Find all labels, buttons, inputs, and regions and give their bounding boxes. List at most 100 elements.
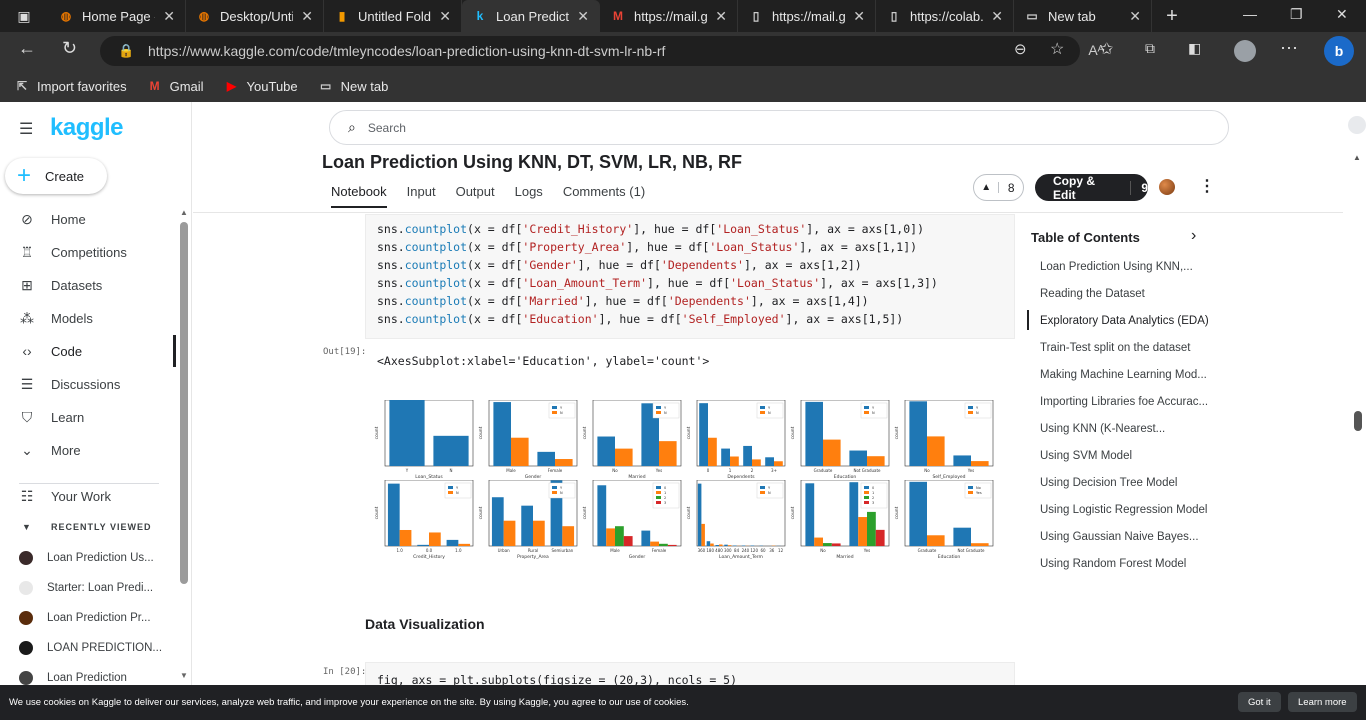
recent-item[interactable]: LOAN PREDICTION... (0, 632, 176, 664)
tick-label: 1 (729, 468, 732, 473)
sidebar-item-code[interactable]: ‹› Code (0, 335, 176, 367)
page-scrollbar[interactable] (1354, 411, 1362, 431)
zoom-icon[interactable]: ⊖ (1014, 40, 1027, 58)
toc-item[interactable]: Loan Prediction Using KNN,... (1040, 261, 1193, 273)
close-tab-icon[interactable]: ✕ (301, 8, 313, 25)
more-options-icon[interactable]: ⋮ (1199, 176, 1215, 196)
scroll-up-icon[interactable]: ▲ (1353, 153, 1361, 162)
sidebar-item-your-work[interactable]: ☷ Your Work (0, 480, 176, 512)
learn-more-button[interactable]: Learn more (1288, 692, 1357, 712)
toc-item[interactable]: Using Gaussian Naive Bayes... (1040, 531, 1199, 543)
close-tab-icon[interactable]: ✕ (991, 8, 1003, 25)
tab-logs[interactable]: Logs (515, 184, 543, 208)
close-tab-icon[interactable]: ✕ (1129, 8, 1141, 25)
sidebar-item-datasets[interactable]: ⊞ Datasets (0, 269, 176, 301)
search-input[interactable]: ⌕ Search (329, 110, 1229, 145)
close-tab-icon[interactable]: ✕ (577, 8, 589, 25)
restore-icon[interactable]: ❐ (1290, 6, 1303, 23)
browser-tab[interactable]: k Loan Predictio ✕ (462, 0, 600, 32)
close-window-icon[interactable]: ✕ (1336, 6, 1348, 23)
search-placeholder: Search (367, 120, 406, 135)
kaggle-logo[interactable]: kaggle (50, 114, 124, 142)
toc-item[interactable]: Importing Libraries foe Accurac... (1040, 396, 1208, 408)
code-token: ], ax = axs[1,5]) (785, 312, 904, 326)
close-tab-icon[interactable]: ✕ (439, 8, 451, 25)
browser-tab[interactable]: ▯ https://colab. ✕ (876, 0, 1014, 32)
toc-item[interactable]: Using KNN (K-Nearest... (1040, 423, 1165, 435)
recent-item[interactable]: Starter: Loan Predi... (0, 572, 176, 604)
sidebar-scroll-up-icon[interactable]: ▲ (180, 208, 188, 217)
favorite-new-tab[interactable]: ▭ New tab (318, 78, 388, 94)
legend-swatch (656, 411, 661, 414)
author-avatar[interactable] (1159, 179, 1175, 195)
tab-output[interactable]: Output (456, 184, 495, 208)
bar (562, 526, 575, 546)
collections-icon[interactable]: ⧉ (1145, 40, 1155, 57)
create-button[interactable]: + Create (5, 158, 107, 194)
toc-item[interactable]: Using SVM Model (1040, 450, 1132, 462)
bing-icon[interactable]: b (1324, 36, 1354, 66)
code-token: ], ax = axs[1,4]) (750, 294, 869, 308)
code-token: ], hue = df[ (584, 294, 668, 308)
minimize-icon[interactable]: — (1243, 6, 1257, 22)
split-screen-icon[interactable]: ◧ (1188, 40, 1201, 57)
code-line: sns.countplot(x = df['Loan_Amount_Term']… (366, 274, 1014, 292)
sidebar-item-learn[interactable]: ⛉ Learn (0, 401, 176, 433)
toc-item[interactable]: Reading the Dataset (1040, 288, 1145, 300)
profile-avatar[interactable] (1234, 40, 1256, 62)
toc-item[interactable]: Making Machine Learning Mod... (1040, 369, 1207, 381)
browser-tab[interactable]: ▯ https://mail.g ✕ (738, 0, 876, 32)
copy-edit-button[interactable]: Copy & Edit 9 (1035, 174, 1148, 202)
legend-label: Yes (976, 491, 982, 495)
chevron-right-icon[interactable]: › (1191, 227, 1196, 245)
back-icon[interactable]: ← (18, 38, 36, 59)
add-favorite-icon[interactable]: ☆ (1050, 39, 1064, 59)
browser-tab[interactable]: ◍ Home Page - ✕ (48, 0, 186, 32)
sidebar-item-models[interactable]: ⁂ Models (0, 302, 176, 334)
tab-input[interactable]: Input (407, 184, 436, 208)
refresh-icon[interactable]: ↻ (62, 38, 77, 59)
toc-item[interactable]: Using Logistic Regression Model (1040, 504, 1207, 516)
address-bar[interactable]: 🔒 https://www.kaggle.com/code/tmleyncode… (100, 36, 1104, 66)
page-avatar-icon[interactable] (1348, 116, 1366, 134)
sidebar-scroll-down-icon[interactable]: ▼ (180, 671, 188, 680)
sidebar-item-home[interactable]: ⊘ Home (0, 203, 176, 235)
tab-comments[interactable]: Comments (1) (563, 184, 645, 208)
browser-tab[interactable]: ◍ Desktop/Untit ✕ (186, 0, 324, 32)
new-tab-button[interactable]: + (1152, 5, 1192, 28)
sidebar-item-more[interactable]: ⌄ More (0, 434, 176, 466)
tab-notebook[interactable]: Notebook (331, 184, 387, 208)
toc-item[interactable]: Using Random Forest Model (1040, 558, 1186, 570)
code-cell[interactable]: sns.countplot(x = df['Credit_History'], … (365, 214, 1015, 339)
toc-item[interactable]: Exploratory Data Analytics (EDA) (1040, 315, 1209, 327)
browser-tab[interactable]: ▭ New tab ✕ (1014, 0, 1152, 32)
close-tab-icon[interactable]: ✕ (853, 8, 865, 25)
more-menu-icon[interactable]: ⋯ (1280, 38, 1298, 59)
hamburger-icon[interactable]: ☰ (19, 119, 33, 139)
favorite-import-favorites[interactable]: ⇱ Import favorites (14, 78, 127, 94)
sidebar-scrollbar[interactable] (180, 222, 188, 584)
vote-count: 8 (1007, 180, 1015, 195)
recent-item[interactable]: Loan Prediction Us... (0, 542, 176, 574)
legend-label: 1 (872, 491, 874, 495)
learn-icon: ⛉ (21, 408, 33, 425)
favorites-bar: ⇱ Import favorites M Gmail ▶ YouTube ▭ New tab (0, 70, 1366, 102)
favorites-icon[interactable]: ✩ (1100, 39, 1113, 59)
browser-tab[interactable]: ▮ Untitled Folde ✕ (324, 0, 462, 32)
sidebar-item-competitions[interactable]: ♖ Competitions (0, 236, 176, 268)
favorite-gmail[interactable]: M Gmail (147, 78, 204, 94)
favorite-youtube[interactable]: ▶ YouTube (224, 78, 298, 94)
got-it-button[interactable]: Got it (1238, 692, 1281, 712)
toc-item[interactable]: Using Decision Tree Model (1040, 477, 1177, 489)
recently-viewed-header[interactable]: ▼ RECENTLY VIEWED (0, 511, 176, 543)
upvote-button[interactable]: ▲ 8 (973, 174, 1024, 201)
x-axis-label: Married (836, 554, 853, 560)
toc-item[interactable]: Train-Test split on the dataset (1040, 342, 1190, 354)
close-tab-icon[interactable]: ✕ (715, 8, 727, 25)
close-tab-icon[interactable]: ✕ (163, 8, 175, 25)
browser-tab[interactable]: Mhttps://mail.g ✕ (600, 0, 738, 32)
tab-actions-icon[interactable]: ▣ (0, 0, 48, 32)
recent-item[interactable]: Loan Prediction Pr... (0, 602, 176, 634)
sidebar-item-discussions[interactable]: ☰ Discussions (0, 368, 176, 400)
legend-swatch (864, 486, 869, 489)
